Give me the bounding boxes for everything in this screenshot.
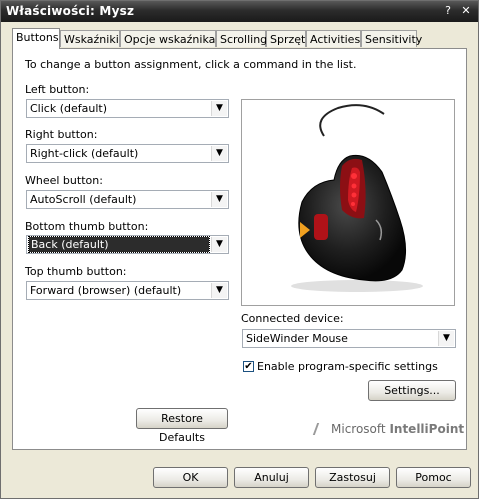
intellipoint-icon (312, 423, 328, 435)
connected-device-value: SideWinder Mouse (246, 332, 348, 345)
tab-sensitivity[interactable]: Sensitivity (361, 30, 422, 47)
tab-sprzet[interactable]: Sprzęt (266, 30, 306, 47)
title-bar[interactable]: Właściwości: Mysz ? ✕ (1, 1, 478, 22)
chevron-down-icon[interactable]: ▼ (211, 237, 227, 252)
instruction-text: To change a button assignment, click a c… (25, 58, 357, 71)
right-button-label: Right button: (25, 128, 98, 141)
wheel-button-label: Wheel button: (25, 174, 103, 187)
restore-defaults-button[interactable]: Restore Defaults (136, 408, 228, 444)
help-icon[interactable]: ? (440, 3, 456, 19)
bottom-thumb-value: Back (default) (28, 236, 210, 253)
top-thumb-label: Top thumb button: (25, 265, 127, 278)
bottom-thumb-select[interactable]: Back (default) ▼ (26, 235, 229, 254)
intellipoint-logo: Microsoft IntelliPoint (312, 422, 465, 436)
mouse-properties-window: Właściwości: Mysz ? ✕ Buttons Wskaźniki … (0, 0, 479, 499)
settings-button[interactable]: Settings... (368, 380, 456, 401)
tab-activities[interactable]: Activities (306, 30, 361, 47)
top-thumb-select[interactable]: Forward (browser) (default) ▼ (26, 281, 229, 300)
top-thumb-value: Forward (browser) (default) (30, 284, 182, 297)
tab-opcje-wskaznika[interactable]: Opcje wskaźnika (120, 30, 216, 47)
connected-device-select[interactable]: SideWinder Mouse ▼ (242, 329, 456, 348)
cancel-button[interactable]: Anuluj (234, 467, 309, 488)
chevron-down-icon[interactable]: ▼ (211, 146, 227, 161)
tab-buttons[interactable]: Buttons (12, 28, 60, 49)
buttons-panel: To change a button assignment, click a c… (12, 48, 467, 450)
apply-button[interactable]: Zastosuj (315, 467, 390, 488)
left-button-label: Left button: (25, 83, 90, 96)
tab-scrolling[interactable]: Scrolling (216, 30, 267, 47)
chevron-down-icon[interactable]: ▼ (211, 283, 227, 298)
right-button-select[interactable]: Right-click (default) ▼ (26, 144, 229, 163)
chevron-down-icon[interactable]: ▼ (211, 192, 227, 207)
enable-program-specific-label[interactable]: Enable program-specific settings (257, 360, 438, 373)
check-icon: ✔ (244, 361, 253, 372)
left-button-value: Click (default) (30, 102, 107, 115)
left-button-select[interactable]: Click (default) ▼ (26, 99, 229, 118)
mouse-preview (241, 99, 455, 306)
brand-intellipoint: IntelliPoint (389, 422, 465, 436)
window-title: Właściwości: Mysz (6, 4, 135, 18)
brand-microsoft: Microsoft (331, 422, 386, 436)
bottom-thumb-label: Bottom thumb button: (25, 220, 149, 233)
close-icon[interactable]: ✕ (458, 3, 474, 19)
ok-button[interactable]: OK (153, 467, 228, 488)
enable-program-specific-checkbox[interactable]: ✔ (243, 361, 254, 372)
mouse-image (291, 104, 423, 292)
connected-device-label: Connected device: (241, 312, 344, 325)
wheel-button-select[interactable]: AutoScroll (default) ▼ (26, 190, 229, 209)
right-button-value: Right-click (default) (30, 147, 139, 160)
chevron-down-icon[interactable]: ▼ (211, 101, 227, 116)
chevron-down-icon[interactable]: ▼ (438, 331, 454, 346)
tab-wskazniki[interactable]: Wskaźniki (60, 30, 120, 47)
help-button[interactable]: Pomoc (396, 467, 471, 488)
wheel-button-value: AutoScroll (default) (30, 193, 137, 206)
